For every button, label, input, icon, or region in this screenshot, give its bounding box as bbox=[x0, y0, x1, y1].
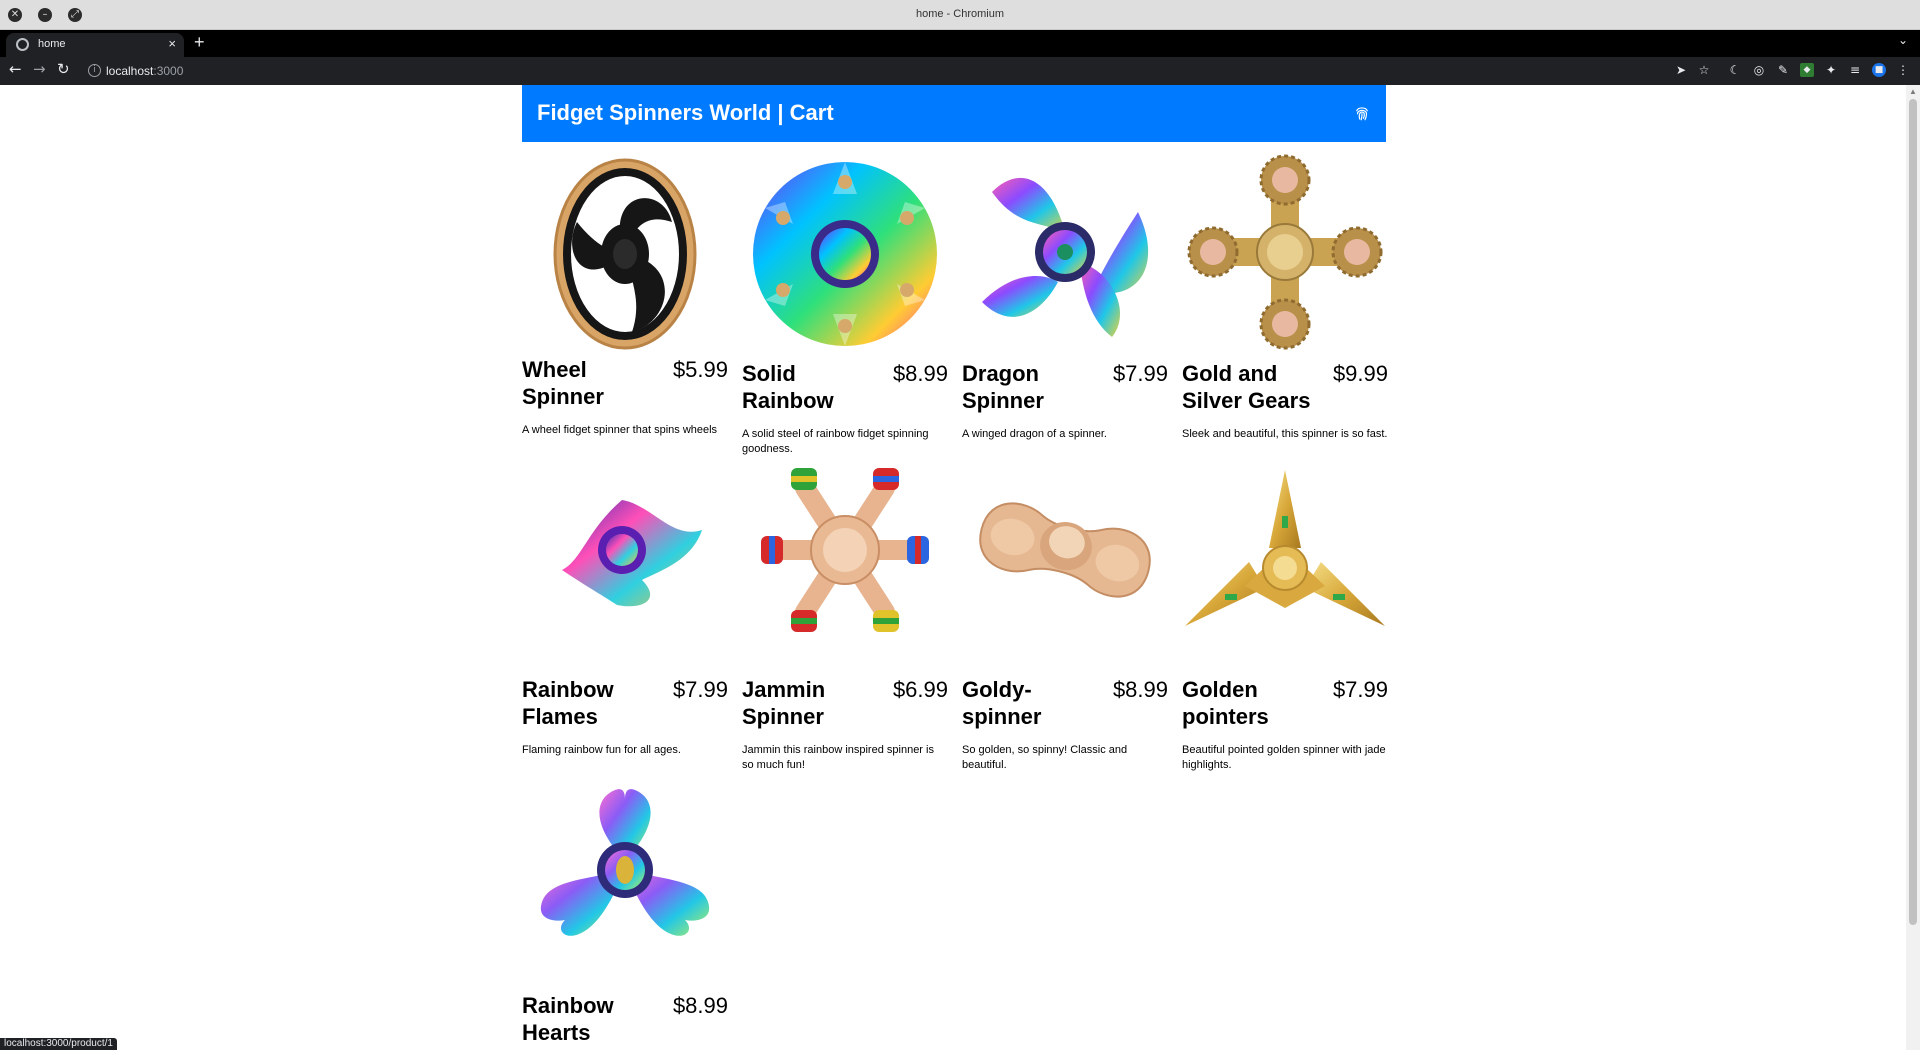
send-icon[interactable]: ➤ bbox=[1674, 63, 1688, 77]
page-viewport: Fidget Spinners World | Cart Wheel Spinn… bbox=[0, 85, 1906, 1050]
tab-strip bbox=[0, 30, 1920, 57]
product-price: $9.99 bbox=[1332, 361, 1388, 386]
globe-icon bbox=[16, 38, 29, 51]
product-name[interactable]: Rainbow Hearts bbox=[522, 992, 662, 1046]
product-name[interactable]: Gold and Silver Gears bbox=[1182, 360, 1322, 414]
scroll-up-arrow-icon[interactable]: ▲ bbox=[1909, 87, 1917, 96]
page-scrollbar[interactable]: ▲ bbox=[1906, 85, 1920, 1050]
tab-close-icon[interactable]: × bbox=[168, 36, 176, 51]
product-name[interactable]: Wheel Spinner bbox=[522, 356, 662, 410]
bookmark-star-icon[interactable]: ☆ bbox=[1697, 63, 1711, 77]
new-tab-plus-icon[interactable]: + bbox=[194, 32, 205, 53]
rainbow-hearts-image[interactable] bbox=[522, 784, 728, 984]
product-price: $7.99 bbox=[672, 677, 728, 702]
dragon-spinner-image[interactable] bbox=[962, 152, 1168, 352]
product-description: Flaming rainbow fun for all ages. bbox=[522, 744, 681, 756]
product-name[interactable]: Goldy-spinner bbox=[962, 676, 1102, 730]
product-description: A wheel fidget spinner that spins wheels bbox=[522, 424, 718, 436]
product-price: $7.99 bbox=[1112, 361, 1168, 386]
forward-arrow-icon[interactable]: → bbox=[33, 60, 46, 78]
product-name[interactable]: Jammin Spinner bbox=[742, 676, 882, 730]
link-status-bubble: localhost:3000/product/1 bbox=[0, 1038, 117, 1050]
site-header: Fidget Spinners World | Cart bbox=[522, 85, 1386, 142]
gold-and-silver-gears-image[interactable] bbox=[1182, 152, 1388, 352]
puzzle-extensions-icon[interactable]: ✦ bbox=[1824, 63, 1838, 77]
green-extension-icon[interactable]: ◆ bbox=[1800, 63, 1814, 77]
profile-avatar-icon[interactable]: ■ bbox=[1872, 63, 1886, 77]
product-description: A winged dragon of a spinner. bbox=[962, 428, 1107, 440]
product-description: A solid steel of rainbow fidget spinning… bbox=[742, 428, 929, 455]
golden-pointers-image[interactable] bbox=[1182, 468, 1388, 668]
window-title: home - Chromium bbox=[915, 8, 1005, 20]
product-price: $8.99 bbox=[672, 993, 728, 1018]
site-title[interactable]: Fidget Spinners World | Cart bbox=[537, 100, 834, 126]
goldy-spinner-image[interactable] bbox=[962, 468, 1168, 668]
product-price: $8.99 bbox=[1112, 677, 1168, 702]
fingerprint-icon[interactable] bbox=[1353, 104, 1371, 122]
scrollbar-thumb[interactable] bbox=[1909, 99, 1917, 925]
address-bar[interactable]: i localhost:3000 bbox=[82, 60, 1692, 82]
back-arrow-icon[interactable]: ← bbox=[9, 60, 22, 78]
kebab-menu-icon[interactable]: ⋮ bbox=[1896, 63, 1910, 77]
browser-toolbar: ← → ↻ i localhost:3000 ➤ ☆ ☾ ◎ ✎ ◆ ✦ ≡ ■… bbox=[0, 57, 1920, 85]
url-text: localhost:3000 bbox=[106, 64, 184, 78]
product-description: Beautiful pointed golden spinner with ja… bbox=[1182, 744, 1386, 771]
product-price: $6.99 bbox=[892, 677, 948, 702]
product-description: Sleek and beautiful, this spinner is so … bbox=[1182, 428, 1388, 440]
solid-rainbow-image[interactable] bbox=[742, 152, 948, 352]
tab-home[interactable]: home × bbox=[6, 33, 184, 57]
media-queue-icon[interactable]: ≡ bbox=[1848, 63, 1862, 77]
product-price: $7.99 bbox=[1332, 677, 1388, 702]
product-name[interactable]: Rainbow Flames bbox=[522, 676, 662, 730]
product-name[interactable]: Solid Rainbow bbox=[742, 360, 882, 414]
site-info-icon[interactable]: i bbox=[88, 64, 101, 77]
rainbow-flames-image[interactable] bbox=[522, 468, 728, 668]
product-description: So golden, so spinny! Classic and beauti… bbox=[962, 744, 1128, 771]
window-titlebar: ✕ – ⤢ home - Chromium bbox=[0, 0, 1920, 30]
tab-title: home bbox=[38, 38, 66, 50]
wheel-spinner-image[interactable] bbox=[522, 152, 728, 352]
target-extension-icon[interactable]: ◎ bbox=[1752, 63, 1766, 77]
jammin-spinner-image[interactable] bbox=[742, 468, 948, 668]
product-name[interactable]: Dragon Spinner bbox=[962, 360, 1102, 414]
product-price: $5.99 bbox=[672, 357, 728, 382]
pen-extension-icon[interactable]: ✎ bbox=[1776, 63, 1790, 77]
tab-search-chevron-icon[interactable]: ⌄ bbox=[1898, 33, 1908, 47]
product-description: Jammin this rainbow inspired spinner is … bbox=[742, 744, 934, 771]
product-name[interactable]: Golden pointers bbox=[1182, 676, 1322, 730]
reload-icon[interactable]: ↻ bbox=[57, 60, 70, 78]
product-price: $8.99 bbox=[892, 361, 948, 386]
moon-extension-icon[interactable]: ☾ bbox=[1728, 63, 1742, 77]
